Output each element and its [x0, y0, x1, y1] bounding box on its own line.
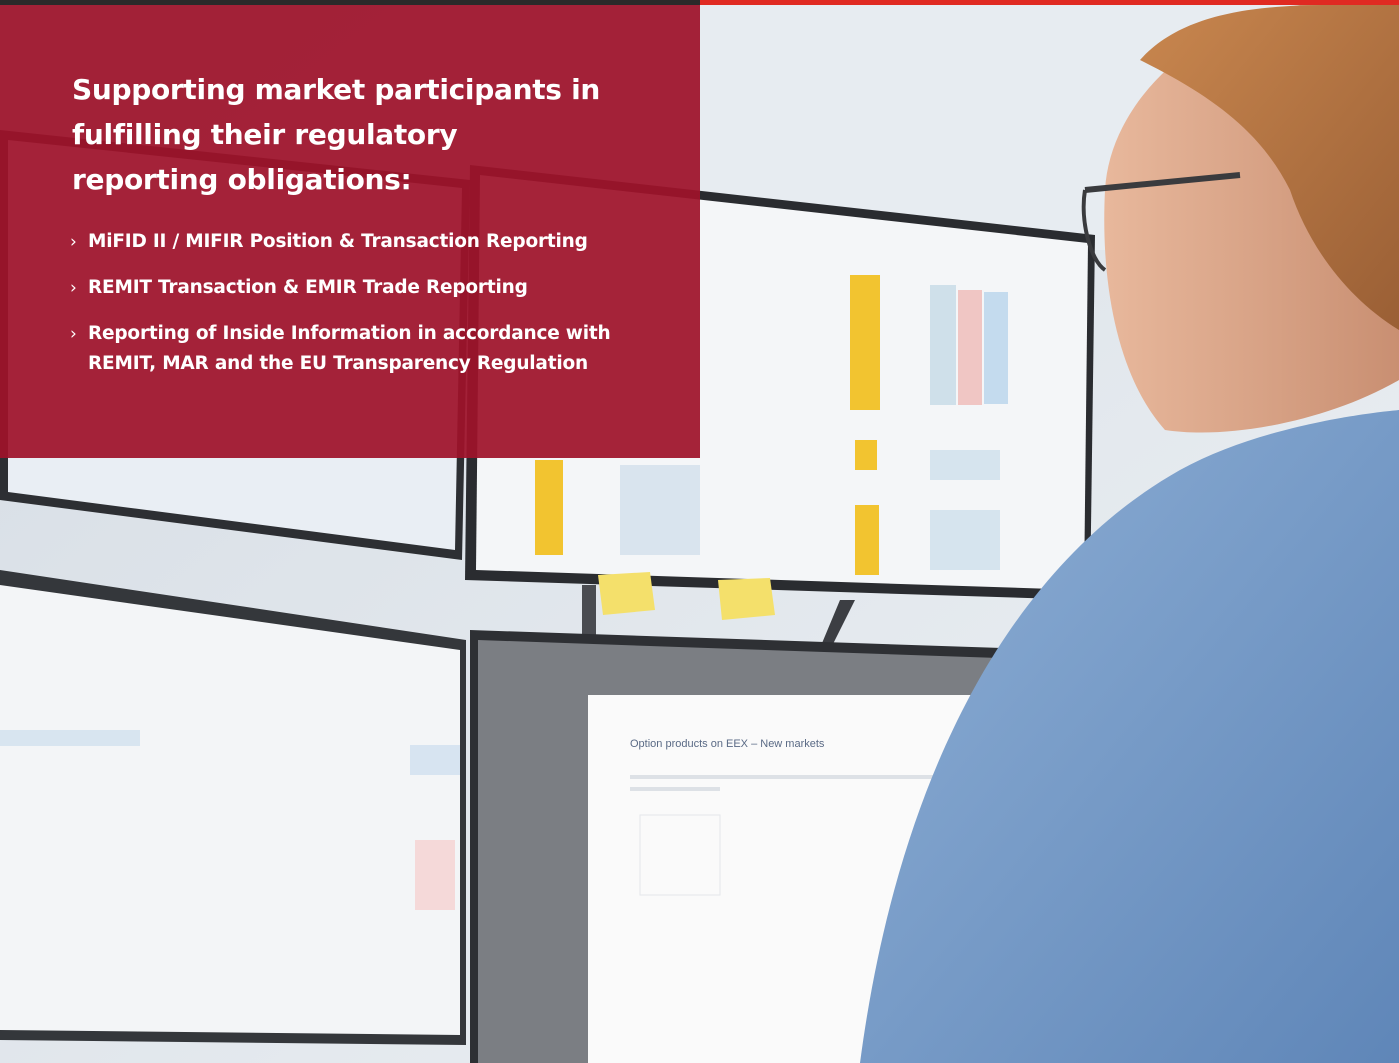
bullet-list: › MiFID II / MIFIR Position & Transactio…: [70, 227, 670, 395]
bullet-text: MiFID II / MIFIR Position & Transaction …: [88, 231, 588, 252]
monitor-lower-left: [0, 570, 466, 1045]
chevron-right-icon: ›: [70, 278, 77, 298]
chevron-right-icon: ›: [70, 324, 77, 344]
chevron-right-icon: ›: [70, 232, 77, 252]
bullet-item-mifid: › MiFID II / MIFIR Position & Transactio…: [70, 227, 670, 257]
top-accent-strip: [0, 0, 1399, 5]
bullet-item-remit-emir: › REMIT Transaction & EMIR Trade Reporti…: [70, 273, 670, 303]
overlay-heading: Supporting market participants in fulfil…: [72, 73, 601, 196]
screen-document-heading: Option products on EEX – New markets: [630, 738, 825, 750]
info-overlay-panel: Supporting market participants in fulfil…: [0, 5, 700, 458]
bullet-item-inside-information: › Reporting of Inside Information in acc…: [70, 319, 670, 379]
bullet-text: REMIT Transaction & EMIR Trade Reporting: [88, 277, 528, 298]
bullet-text: Reporting of Inside Information in accor…: [88, 323, 611, 374]
